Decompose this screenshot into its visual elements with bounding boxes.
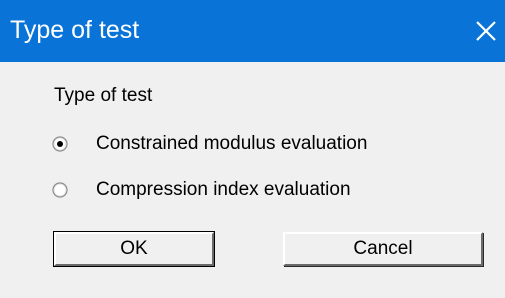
radio-selected-icon[interactable]	[52, 136, 68, 152]
close-button[interactable]	[471, 13, 503, 49]
dialog-window: Type of test Type of test Constrained mo…	[0, 0, 505, 298]
radio-label-constrained-modulus[interactable]: Constrained modulus evaluation	[96, 131, 367, 157]
cancel-button-label: Cancel	[353, 238, 413, 259]
close-icon	[476, 21, 496, 41]
cancel-button[interactable]: Cancel	[283, 232, 483, 266]
ok-button-label: OK	[120, 238, 148, 259]
title-bar[interactable]: Type of test	[0, 0, 505, 62]
radio-compression-index[interactable]: Compression index evaluation	[52, 177, 432, 203]
radio-constrained-modulus[interactable]: Constrained modulus evaluation	[52, 131, 432, 157]
window-title: Type of test	[10, 16, 140, 44]
dialog-client-area: Type of test Constrained modulus evaluat…	[0, 62, 505, 298]
radio-unselected-icon[interactable]	[52, 182, 68, 198]
radio-label-compression-index[interactable]: Compression index evaluation	[96, 177, 351, 203]
test-type-group-label: Type of test	[54, 85, 153, 106]
ok-button[interactable]: OK	[53, 231, 215, 267]
